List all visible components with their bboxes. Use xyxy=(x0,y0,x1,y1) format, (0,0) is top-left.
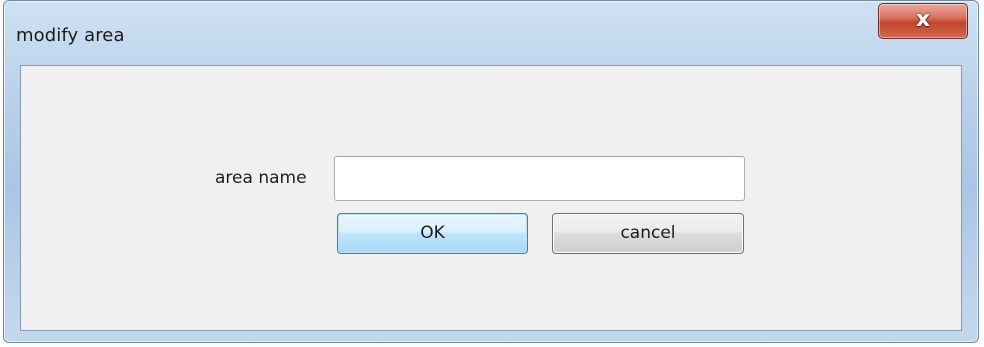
close-button[interactable]: x xyxy=(878,3,968,39)
dialog-window: modify area x area name OK cancel xyxy=(3,0,979,343)
window-title: modify area xyxy=(16,25,125,46)
title-bar[interactable]: modify area x xyxy=(4,1,978,65)
ok-button[interactable]: OK xyxy=(337,213,528,254)
area-name-label: area name xyxy=(215,168,307,188)
dialog-content: area name OK cancel xyxy=(20,65,962,331)
close-icon: x xyxy=(915,7,931,32)
cancel-button[interactable]: cancel xyxy=(552,213,744,254)
area-name-input[interactable] xyxy=(334,156,745,201)
